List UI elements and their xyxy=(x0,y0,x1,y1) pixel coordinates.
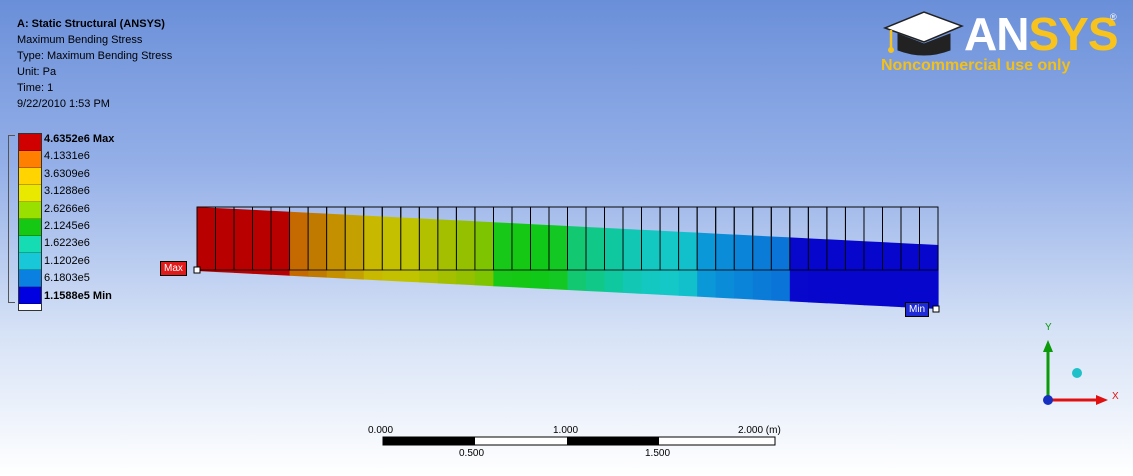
scale-label-05: 0.500 xyxy=(459,448,485,459)
scale-bar xyxy=(382,436,776,446)
triad-x-label: X xyxy=(1112,391,1119,402)
scale-label-1: 1.000 xyxy=(553,425,579,436)
scale-label-2: 2.000 (m) xyxy=(738,425,781,436)
triad-y-label: Y xyxy=(1045,322,1052,333)
scale-label-15: 1.500 xyxy=(645,448,671,459)
axis-triad[interactable]: Y X xyxy=(1020,318,1120,423)
scale-label-0: 0.000 xyxy=(368,425,394,436)
triad-axes xyxy=(1043,340,1108,405)
